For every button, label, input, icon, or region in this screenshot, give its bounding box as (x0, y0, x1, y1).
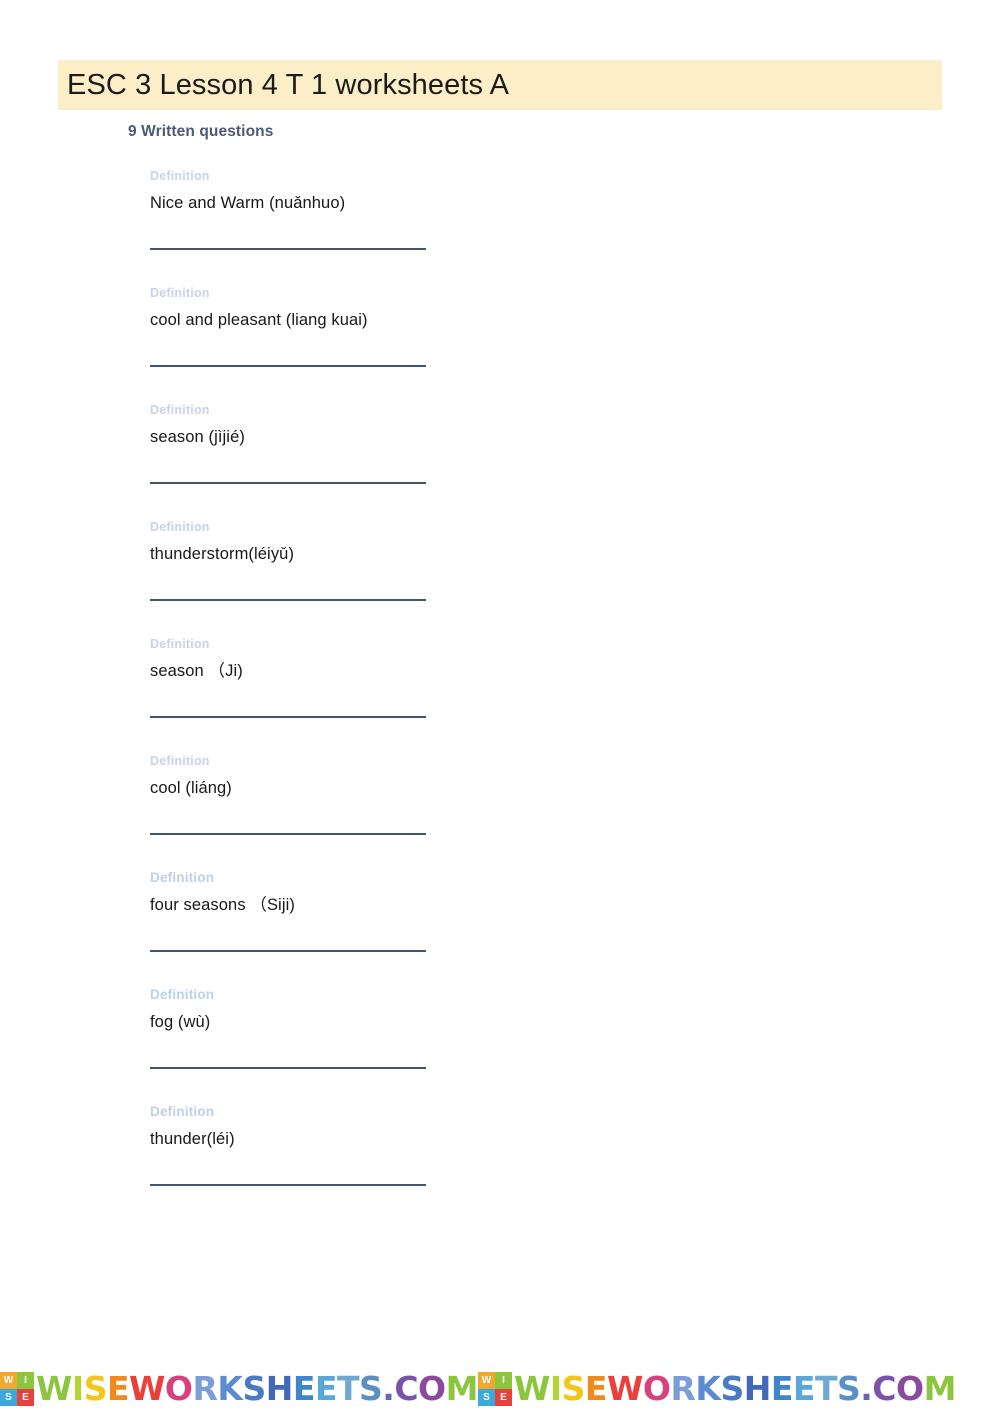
watermark-char: E (584, 1369, 608, 1408)
watermark-text: WISEWORKSHEETS.COM (514, 1367, 956, 1411)
watermark-char: S (836, 1369, 861, 1408)
watermark-char: I (71, 1369, 84, 1408)
question-spacer (150, 367, 1000, 402)
watermark-char: W (606, 1369, 643, 1408)
question-spacer (150, 484, 1000, 519)
watermark-char: M (445, 1369, 479, 1408)
question-type-label: Definition (150, 637, 210, 651)
watermark-char: E (314, 1369, 338, 1408)
watermark-unit: W I S E WISEWORKSHEETS.COM (0, 1365, 478, 1413)
question-item: Definition four seasons （Siji) (0, 870, 1000, 987)
question-term: season （Ji) (150, 662, 243, 680)
question-spacer (150, 952, 1000, 987)
watermark-char: E (106, 1369, 130, 1408)
watermark-char: T (814, 1369, 838, 1408)
logo-cell-s: S (477, 1389, 495, 1406)
question-type-label: Definition (150, 169, 210, 183)
watermark-char: H (743, 1369, 772, 1408)
question-spacer (150, 1069, 1000, 1104)
question-type-label: Definition (150, 403, 210, 417)
logo-cell-w: W (0, 1372, 17, 1389)
watermark-char: O (642, 1369, 671, 1408)
question-type-label: Definition (150, 286, 210, 300)
watermark-char: . (382, 1369, 395, 1408)
question-term: thunderstorm(léiyǔ) (150, 545, 295, 563)
wiseworksheets-logo-icon: WISE (477, 1372, 512, 1406)
question-item: Definition Nice and Warm (nuǎnhuo) (0, 168, 1000, 285)
watermark-char: I (549, 1369, 562, 1408)
question-type-label: Definition (150, 987, 215, 1002)
question-item: Definition thunderstorm(léiyǔ) (0, 519, 1000, 636)
logo-cell-i: I (17, 1372, 34, 1389)
watermark-char: S (83, 1369, 108, 1408)
watermark-char: E (292, 1369, 316, 1408)
watermark-char: S (359, 1369, 383, 1408)
watermark-char: W (129, 1369, 165, 1408)
logo-cell-e: E (494, 1389, 512, 1406)
watermark-char: O (896, 1369, 924, 1408)
question-type-label: Definition (150, 870, 215, 885)
watermark-char: C (394, 1369, 419, 1408)
question-item: Definition cool (liáng) (0, 753, 1000, 870)
question-type-label: Definition (150, 520, 210, 534)
question-term: four seasons （Siji) (150, 896, 295, 914)
logo-cell-s: S (0, 1389, 17, 1406)
watermark-unit: W I S E WISEWORKSHEETS.COM (477, 1365, 956, 1413)
watermark-char: W (36, 1369, 72, 1408)
watermark-char: E (770, 1369, 794, 1408)
question-term: fog (wù) (150, 1013, 211, 1031)
watermark-char: M (923, 1369, 957, 1408)
question-item: Definition season (jìjié) (0, 402, 1000, 519)
questions-list: Definition Nice and Warm (nuǎnhuo) Definit… (0, 168, 1000, 1221)
question-spacer (150, 250, 1000, 285)
question-term: cool (liáng) (150, 779, 232, 797)
question-item: Definition cool and pleasant (liang kuai) (0, 285, 1000, 402)
logo-cell-i: I (494, 1372, 512, 1389)
question-spacer (150, 601, 1000, 636)
footer-watermark: W I S E WISEWORKSHEETS.COM W I S E WISEWORKSHEETS… (0, 1355, 1000, 1413)
watermark-text: WISEWORKSHEETS.COM (36, 1367, 478, 1411)
watermark-char: R (670, 1369, 696, 1408)
question-item: Definition fog (wù) (0, 987, 1000, 1104)
watermark-char: H (265, 1369, 294, 1408)
watermark-char: T (336, 1369, 360, 1408)
question-spacer (150, 718, 1000, 753)
question-term: Nice and Warm (nuǎnhuo) (150, 194, 346, 212)
page-title: ESC 3 Lesson 4 T 1 worksheets A (67, 68, 510, 101)
question-spacer (150, 835, 1000, 870)
watermark-char: K (695, 1369, 721, 1408)
logo-cell-w: W (477, 1372, 495, 1389)
watermark-char: S (720, 1369, 744, 1408)
question-term: season (jìjié) (150, 428, 245, 446)
question-type-label: Definition (150, 754, 210, 768)
question-item: Definition season （Ji) (0, 636, 1000, 753)
watermark-char: C (872, 1369, 896, 1408)
watermark-char: S (242, 1369, 266, 1408)
watermark-char: K (217, 1369, 243, 1408)
watermark-char: O (418, 1369, 446, 1408)
watermark-char: . (860, 1369, 873, 1408)
question-spacer (150, 1186, 1000, 1221)
section-heading: 9 Written questions (128, 123, 274, 140)
watermark-char: W (513, 1369, 550, 1408)
title-banner: ESC 3 Lesson 4 T 1 worksheets A (58, 60, 942, 110)
question-type-label: Definition (150, 1104, 215, 1119)
watermark-char: S (561, 1369, 586, 1408)
question-term: thunder(léi) (150, 1130, 235, 1148)
watermark-char: E (792, 1369, 816, 1408)
watermark-char: O (164, 1369, 193, 1408)
question-item: Definition thunder(léi) (0, 1104, 1000, 1221)
question-term: cool and pleasant (liang kuai) (150, 311, 368, 329)
watermark-char: R (192, 1369, 218, 1408)
wiseworksheets-logo-icon: WISE (0, 1372, 34, 1406)
logo-cell-e: E (17, 1389, 34, 1406)
